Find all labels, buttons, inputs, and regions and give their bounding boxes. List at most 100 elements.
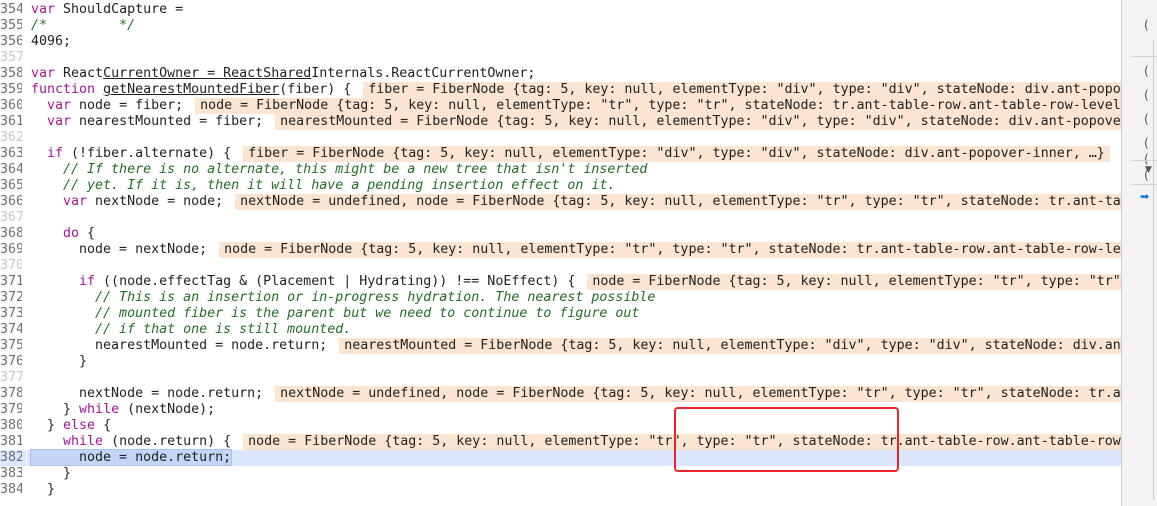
line-number[interactable]: 357 — [0, 50, 22, 66]
line-number[interactable]: 372 — [0, 290, 22, 306]
line-number[interactable]: 376 — [0, 354, 22, 370]
line-number[interactable]: 373 — [0, 306, 22, 322]
inline-variable-value[interactable]: fiber = FiberNode {tag: 5, key: null, el… — [363, 82, 1121, 98]
code-line[interactable]: 367 — [0, 210, 1121, 226]
inline-variable-value[interactable]: node = FiberNode {tag: 5, key: null, ele… — [243, 434, 1121, 450]
code-text: do { — [31, 226, 95, 242]
code-token: ShouldCapture = — [55, 2, 192, 17]
code-line[interactable]: 383 } — [0, 466, 1121, 482]
code-line[interactable]: 371 if ((node.effectTag & (Placement | H… — [0, 274, 1121, 290]
code-line[interactable]: 374 // if that one is still mounted. — [0, 322, 1121, 338]
line-number[interactable]: 368 — [0, 226, 22, 242]
line-number[interactable]: 360 — [0, 98, 22, 114]
code-line[interactable]: 360 var node = fiber; node = FiberNode {t… — [0, 98, 1121, 114]
code-token: var — [31, 66, 56, 81]
scope-expander-icon[interactable]: ( — [1144, 88, 1149, 102]
line-number[interactable]: 370 — [0, 258, 22, 274]
code-line[interactable]: 359 function getNearestMountedFiber(fiber… — [0, 82, 1121, 98]
gutter-separator — [26, 0, 27, 506]
line-number[interactable]: 374 — [0, 322, 22, 338]
line-number[interactable]: 369 — [0, 242, 22, 258]
code-text: // yet. If it is, then it will have a pe… — [31, 178, 615, 194]
code-line[interactable]: 373 // mounted fiber is the parent but w… — [0, 306, 1121, 322]
code-line-current[interactable]: 382 node = node.return; — [0, 449, 1121, 466]
line-number[interactable]: 379 — [0, 402, 22, 418]
inline-variable-value[interactable]: nextNode = undefined, node = FiberNode {… — [275, 386, 1121, 402]
line-number[interactable]: 375 — [0, 338, 22, 354]
line-number[interactable]: 383 — [0, 466, 22, 482]
code-line[interactable]: 369 node = nextNode; node = FiberNode {ta… — [0, 242, 1121, 258]
code-text: node = nextNode; node = FiberNode {tag: 5… — [31, 242, 1121, 258]
code-editor[interactable]: 354 var ShouldCapture = 355/* */356 4096; 3… — [0, 0, 1121, 506]
inline-variable-value[interactable]: node = FiberNode {tag: 5, key: null, ele… — [195, 98, 1121, 114]
code-line[interactable]: 356 4096; — [0, 34, 1121, 50]
line-number[interactable]: 362 — [0, 130, 22, 146]
scope-expander-icon[interactable]: ( — [1144, 152, 1149, 166]
code-line[interactable]: 366 var nextNode = node; nextNode = undef… — [0, 194, 1121, 210]
line-number[interactable]: 364 — [0, 162, 22, 178]
scope-expander-icon[interactable]: ( — [1144, 64, 1149, 78]
line-number[interactable]: 382 — [0, 450, 22, 466]
code-text: nearestMounted = node.return; nearestMoun… — [31, 338, 1121, 354]
line-number[interactable]: 354 — [0, 2, 22, 18]
inline-variable-value[interactable]: node = FiberNode {tag: 5, key: null, ele… — [219, 242, 1121, 258]
code-line[interactable]: 365 // yet. If it is, then it will have … — [0, 178, 1121, 194]
code-text: while (node.return) {node = FiberNode {t… — [31, 434, 1121, 450]
code-text: var node = fiber; node = FiberNode {tag: … — [31, 98, 1121, 114]
line-number[interactable]: 359 — [0, 82, 22, 98]
line-number[interactable]: 367 — [0, 210, 22, 226]
line-number[interactable]: 355 — [0, 18, 22, 34]
code-text: } while (nextNode); — [31, 402, 215, 418]
code-text: } else { — [31, 418, 111, 434]
code-line[interactable]: 372 // This is an insertion or in-progre… — [0, 290, 1121, 306]
line-number[interactable]: 381 — [0, 434, 22, 450]
line-number[interactable]: 380 — [0, 418, 22, 434]
code-line[interactable]: 377 — [0, 370, 1121, 386]
code-line[interactable]: 358 var ReactCurrentOwner = ReactSharedIn… — [0, 66, 1121, 82]
line-number[interactable]: 363 — [0, 146, 22, 162]
code-token: nextNode = node.return; — [31, 386, 264, 401]
code-line[interactable]: 376 } — [0, 354, 1121, 370]
line-number[interactable]: 384 — [0, 482, 22, 498]
line-number[interactable]: 366 — [0, 194, 22, 210]
code-line[interactable]: 375 nearestMounted = node.return; nearest… — [0, 338, 1121, 354]
code-text: var nextNode = node; nextNode = undefined… — [31, 194, 1121, 210]
code-line[interactable]: 354 var ShouldCapture = — [0, 2, 1121, 18]
code-line[interactable]: 364 // If there is no alternate, this mi… — [0, 162, 1121, 178]
line-number[interactable]: 358 — [0, 66, 22, 82]
code-line[interactable]: 361 var nearestMounted = fiber; nearestMo… — [0, 114, 1121, 130]
code-line[interactable]: 370 — [0, 258, 1121, 274]
code-text: // If there is no alternate, this might … — [31, 162, 647, 178]
code-line[interactable]: 368 do { — [0, 226, 1121, 242]
line-number[interactable]: 356 — [0, 34, 22, 50]
code-token: } — [31, 402, 80, 417]
code-token: } — [31, 466, 72, 481]
code-line[interactable]: 363 if (!fiber.alternate) {fiber = Fiber… — [0, 146, 1121, 162]
code-line[interactable]: 384 } — [0, 482, 1121, 498]
scope-expander-icon[interactable]: ( — [1144, 136, 1149, 150]
code-line[interactable]: 362 — [0, 130, 1121, 146]
inline-variable-value[interactable]: fiber = FiberNode {tag: 5, key: null, el… — [243, 146, 1110, 162]
line-number[interactable]: 361 — [0, 114, 22, 130]
inline-variable-value[interactable]: node = FiberNode {tag: 5, key: null, ele… — [587, 274, 1121, 290]
code-token: 4096 — [31, 34, 64, 49]
code-line[interactable]: 378 nextNode = node.return; nextNode = un… — [0, 386, 1121, 402]
code-line[interactable]: 357 — [0, 50, 1121, 66]
collapse-triangle-icon[interactable]: ▼ — [1145, 165, 1152, 175]
code-text: function getNearestMountedFiber(fiber) {… — [31, 82, 1121, 98]
scope-expander-icon[interactable]: ( — [1144, 18, 1149, 32]
inline-variable-value[interactable]: nearestMounted = FiberNode {tag: 5, key:… — [339, 338, 1121, 354]
line-number[interactable]: 377 — [0, 370, 22, 386]
code-token: while — [31, 434, 104, 449]
line-number[interactable]: 365 — [0, 178, 22, 194]
debugger-side-panel[interactable]: ➡ (((((((▼ — [1121, 0, 1157, 506]
code-line[interactable]: 355 /* */ — [0, 18, 1121, 34]
inline-variable-value[interactable]: nextNode = undefined, node = FiberNode {… — [235, 194, 1121, 210]
code-line[interactable]: 379 } while (nextNode); — [0, 402, 1121, 418]
inline-variable-value[interactable]: nearestMounted = FiberNode {tag: 5, key:… — [275, 114, 1121, 130]
line-number[interactable]: 378 — [0, 386, 22, 402]
code-line[interactable]: 380 } else { — [0, 418, 1121, 434]
scope-expander-icon[interactable]: ( — [1144, 112, 1149, 126]
line-number[interactable]: 371 — [0, 274, 22, 290]
code-line[interactable]: 381 while (node.return) {node = FiberNod… — [0, 434, 1121, 450]
